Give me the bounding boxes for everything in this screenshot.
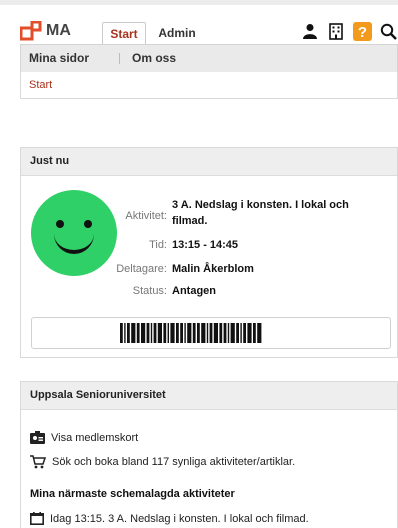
tab-admin[interactable]: Admin <box>155 22 199 44</box>
main-nav: Mina sidor Om oss <box>20 44 398 73</box>
header-icons: ? <box>300 20 398 42</box>
nav-item-om-oss[interactable]: Om oss <box>132 51 176 65</box>
time-value: 13:15 - 14:45 <box>172 239 239 251</box>
person-icon[interactable] <box>300 21 320 41</box>
upcoming-title: Mina närmaste schemalagda aktiviteter <box>30 488 235 500</box>
time-label: Tid: <box>149 239 167 251</box>
search-icon[interactable] <box>378 21 398 41</box>
upcoming-item[interactable]: Idag 13:15. 3 A. Nedslag i konsten. I lo… <box>30 512 309 525</box>
just-now-panel: Just nu Aktivitet: 3 A. Nedslag i konste… <box>20 147 398 358</box>
svg-text:?: ? <box>357 24 366 41</box>
cart-icon <box>30 455 46 469</box>
participant-value: Malin Åkerblom <box>172 263 254 275</box>
tab-start[interactable]: Start <box>102 22 146 45</box>
participant-label: Deltagare: <box>116 263 167 275</box>
header: MA Start Admin ? <box>20 18 398 45</box>
status-value: Antagen <box>172 285 216 297</box>
just-now-title: Just nu <box>21 148 397 176</box>
app-logo[interactable]: MA <box>20 18 80 44</box>
breadcrumb: Start <box>20 72 398 99</box>
status-label: Status: <box>132 285 167 297</box>
top-strip <box>0 0 398 5</box>
barcode <box>31 317 391 349</box>
activity-value: 3 A. Nedslag i konsten. I lokal och film… <box>172 199 349 227</box>
building-icon[interactable] <box>326 21 346 41</box>
calendar-icon <box>30 512 44 525</box>
upcoming-item-label: Idag 13:15. 3 A. Nedslag i konsten. I lo… <box>50 512 309 525</box>
id-card-icon <box>30 431 45 444</box>
nav-divider <box>119 53 120 64</box>
search-activities-label: Sök och boka bland 117 synliga aktivitet… <box>52 456 296 468</box>
org-title: Uppsala Senioruniversitet <box>21 382 397 410</box>
logo-mark-icon <box>20 21 42 41</box>
logo-text: MA <box>46 22 71 39</box>
activity-label: Aktivitet: <box>125 210 167 222</box>
org-panel: Uppsala Senioruniversitet Visa medlemsko… <box>20 381 398 528</box>
search-activities-link[interactable]: Sök och boka bland 117 synliga aktivitet… <box>30 455 295 469</box>
barcode-icon <box>120 323 262 343</box>
membership-card-label: Visa medlemskort <box>51 431 139 444</box>
nav-item-mina-sidor[interactable]: Mina sidor <box>29 51 89 65</box>
breadcrumb-start[interactable]: Start <box>29 79 52 91</box>
help-icon[interactable]: ? <box>352 21 372 41</box>
membership-card-link[interactable]: Visa medlemskort <box>30 431 138 444</box>
